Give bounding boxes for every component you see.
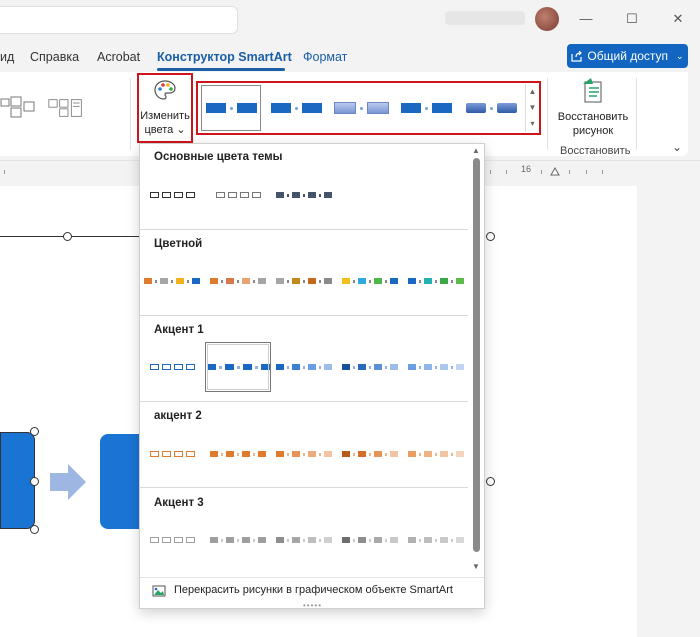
reset-label-2: рисунок <box>572 125 614 137</box>
ribbon-separator <box>636 78 637 150</box>
ribbon-separator <box>130 78 131 150</box>
section-title: Акцент 1 <box>154 324 204 336</box>
dropdown-scrollbar[interactable]: ▲ ▼ <box>469 144 484 576</box>
scrollbar-thumb[interactable] <box>473 158 480 552</box>
tab-view[interactable]: ид <box>0 50 14 66</box>
color-option[interactable] <box>210 432 266 476</box>
color-option[interactable] <box>342 518 398 562</box>
chevron-up-icon[interactable]: ▲ <box>526 84 539 100</box>
change-colors-button[interactable]: Изменить цвета ⌄ <box>137 73 193 143</box>
section-title: Цветной <box>154 238 203 250</box>
reset-graphic-button[interactable]: Восстановить рисунок <box>553 74 633 144</box>
search-box[interactable] <box>0 6 238 34</box>
chevron-down-icon[interactable]: ▼ <box>526 100 539 116</box>
color-option[interactable] <box>210 173 266 217</box>
color-option[interactable] <box>144 518 200 562</box>
color-option-selected[interactable] <box>205 342 271 392</box>
color-option[interactable] <box>276 432 332 476</box>
section-title: Акцент 3 <box>154 497 204 509</box>
recolor-pictures-option[interactable]: Перекрасить рисунки в графическом объект… <box>140 577 484 603</box>
color-option[interactable] <box>408 518 464 562</box>
color-option[interactable] <box>210 518 266 562</box>
active-tab-indicator <box>157 68 285 71</box>
color-option[interactable] <box>144 432 200 476</box>
color-option[interactable] <box>144 173 200 217</box>
ruler-number: 16 <box>521 164 532 174</box>
color-option[interactable] <box>408 259 464 303</box>
section-separator <box>140 401 468 402</box>
color-option[interactable] <box>144 345 200 389</box>
color-option[interactable] <box>342 345 398 389</box>
more-icon[interactable]: ▾ <box>526 116 539 132</box>
section-separator <box>140 229 468 230</box>
style-thumbnail[interactable] <box>266 85 326 131</box>
color-option[interactable] <box>276 518 332 562</box>
recolor-pictures-icon <box>152 585 166 597</box>
chevron-up-icon[interactable]: ▲ <box>472 146 480 155</box>
tab-help[interactable]: Справка <box>30 50 79 66</box>
color-option[interactable] <box>276 259 332 303</box>
close-button[interactable]: ✕ <box>667 8 689 30</box>
style-thumbnail[interactable] <box>396 85 456 131</box>
section-separator <box>140 315 468 316</box>
tab-acrobat[interactable]: Acrobat <box>97 50 140 66</box>
color-option[interactable] <box>408 432 464 476</box>
section-separator <box>140 487 468 488</box>
style-thumbnail[interactable] <box>201 85 261 131</box>
color-option[interactable] <box>342 259 398 303</box>
color-option[interactable] <box>144 259 200 303</box>
resize-handle[interactable] <box>30 427 39 436</box>
style-thumbnail[interactable] <box>331 85 391 131</box>
document-margin <box>637 186 700 637</box>
chevron-down-icon: ⌄ <box>676 50 684 61</box>
color-option[interactable] <box>276 173 332 217</box>
resize-handle[interactable] <box>30 477 39 486</box>
avatar[interactable] <box>535 7 559 31</box>
share-label: Общий доступ <box>587 49 669 63</box>
group-label-reset: Восстановить <box>560 145 631 157</box>
maximize-button[interactable]: ☐ <box>621 8 643 30</box>
color-option[interactable] <box>210 259 266 303</box>
ribbon-separator <box>547 78 548 150</box>
chevron-down-icon[interactable]: ▼ <box>472 562 480 571</box>
user-name <box>445 11 525 25</box>
section-title: Основные цвета темы <box>154 151 283 163</box>
collapse-ribbon-icon[interactable]: ⌄ <box>672 140 682 154</box>
change-colors-label-1: Изменить <box>140 110 190 122</box>
share-button[interactable]: Общий доступ ⌄ <box>567 44 688 68</box>
indent-marker-icon[interactable] <box>550 166 560 176</box>
minimize-button[interactable]: — <box>575 8 597 30</box>
reset-graphic-icon <box>583 78 602 103</box>
share-icon <box>571 50 583 62</box>
resize-handle[interactable] <box>486 477 495 486</box>
resize-handle[interactable] <box>486 232 495 241</box>
resize-handle[interactable] <box>63 232 72 241</box>
arrow-shape[interactable] <box>50 462 86 502</box>
smartart-shape[interactable] <box>100 434 140 529</box>
color-option[interactable] <box>342 432 398 476</box>
layout-thumbnail-icon[interactable] <box>0 96 40 120</box>
section-title: акцент 2 <box>154 410 202 422</box>
change-colors-label-2: цвета ⌄ <box>144 124 186 136</box>
style-thumbnail[interactable] <box>461 85 521 131</box>
tab-smartart-design[interactable]: Конструктор SmartArt <box>157 50 292 66</box>
resize-grip-icon[interactable]: ••••• <box>303 601 322 610</box>
reset-label-1: Восстановить <box>557 111 629 123</box>
color-option[interactable] <box>408 345 464 389</box>
color-option[interactable] <box>276 345 332 389</box>
gallery-scroll[interactable]: ▲ ▼ ▾ <box>525 84 539 132</box>
resize-handle[interactable] <box>30 525 39 534</box>
tab-format[interactable]: Формат <box>303 50 347 66</box>
palette-icon <box>154 80 176 100</box>
recolor-pictures-label: Перекрасить рисунки в графическом объект… <box>174 584 453 596</box>
layout-thumbnail-icon[interactable] <box>48 96 88 120</box>
